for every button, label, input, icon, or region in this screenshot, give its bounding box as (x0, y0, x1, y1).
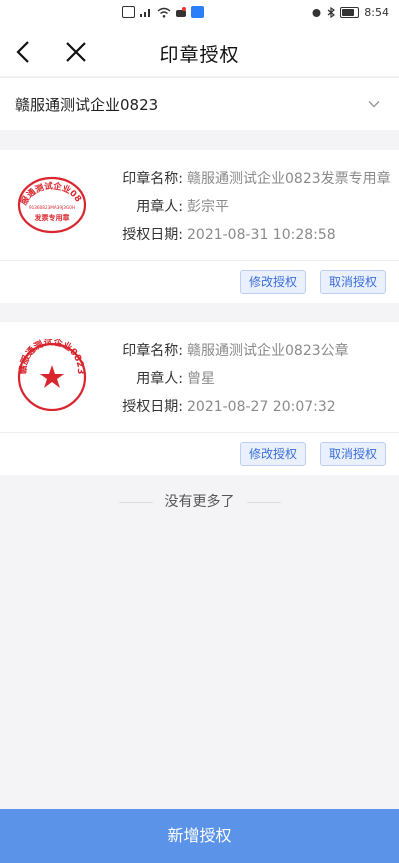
modify-auth-button[interactable]: 修改授权 (239, 270, 306, 294)
seal-user-value: 曾星 (187, 371, 215, 387)
app-blue-icon (191, 6, 204, 18)
seal-code-text: 91360823MA39J3G0H (29, 205, 75, 210)
seal-date-value: 2021-08-31 10:28:58 (187, 227, 336, 243)
seal-actions: 修改授权 取消授权 (0, 261, 399, 303)
status-icons-right: 8:54 (311, 6, 389, 19)
seal-user-row: 用章人: 曾星 (116, 368, 215, 388)
no-more-text: 没有更多了 (164, 494, 235, 510)
seal-card: 赣服通测试企业0823 印章名称: 赣服通测试企业0823公章 用章人: 曾星 授权… (0, 322, 399, 475)
bluetooth-icon (327, 7, 336, 18)
hd-icon (122, 6, 135, 18)
chevron-down-icon (368, 101, 380, 108)
divider (118, 501, 153, 503)
seal-user-row: 用章人: 彭宗平 (116, 196, 229, 216)
seal-name-value: 赣服通测试企业0823公章 (187, 343, 349, 359)
invoice-seal-image: 赣服通测试企业0823 91360823MA39J3G0H 发票专用章 (16, 167, 87, 234)
seal-info: 赣服通测试企业0823 91360823MA39J3G0H 发票专用章 印章名称… (0, 150, 399, 261)
seal-sub-text: 发票专用章 (34, 213, 70, 222)
cancel-auth-button[interactable]: 取消授权 (319, 270, 386, 294)
page-title: 印章授权 (159, 44, 240, 66)
add-auth-button[interactable]: 新增授权 (0, 809, 399, 863)
seal-user-value: 彭宗平 (187, 199, 229, 215)
seal-user-label: 用章人: (136, 371, 183, 387)
official-seal-image: 赣服通测试企业0823 (17, 339, 87, 411)
seal-date-row: 授权日期: 2021-08-31 10:28:58 (116, 224, 336, 244)
wifi-icon (157, 7, 171, 18)
app-notification-icon (176, 6, 186, 17)
nav-bar: 印章授权 (0, 28, 399, 76)
modify-auth-button[interactable]: 修改授权 (239, 442, 306, 466)
seal-card: 赣服通测试企业0823 91360823MA39J3G0H 发票专用章 印章名称… (0, 150, 399, 303)
signal-icon (140, 9, 150, 17)
seal-name-row: 印章名称: 赣服通测试企业0823发票专用章 (116, 168, 391, 188)
seal-date-label: 授权日期: (122, 399, 183, 415)
battery-icon (340, 7, 360, 18)
list-end-indicator: 没有更多了 (0, 491, 399, 511)
company-select[interactable]: 赣服通测试企业0823 (0, 77, 399, 130)
status-time: 8:54 (364, 6, 389, 19)
status-bar: 8:54 (0, 0, 399, 28)
seal-date-row: 授权日期: 2021-08-27 20:07:32 (116, 396, 336, 416)
seal-name-row: 印章名称: 赣服通测试企业0823公章 (116, 340, 349, 360)
seal-name-label: 印章名称: (122, 343, 183, 359)
seal-name-value: 赣服通测试企业0823发票专用章 (187, 171, 391, 187)
divider (246, 501, 281, 503)
seal-user-label: 用章人: (136, 199, 183, 215)
seal-name-label: 印章名称: (122, 171, 183, 187)
seal-actions: 修改授权 取消授权 (0, 433, 399, 475)
seal-info: 赣服通测试企业0823 印章名称: 赣服通测试企业0823公章 用章人: 曾星 授权… (0, 322, 399, 433)
seal-date-label: 授权日期: (122, 227, 183, 243)
status-icons-left (122, 6, 204, 18)
cancel-auth-button[interactable]: 取消授权 (319, 442, 386, 466)
alarm-icon (312, 9, 321, 17)
seal-date-value: 2021-08-27 20:07:32 (187, 399, 336, 415)
company-name: 赣服通测试企业0823 (15, 96, 159, 114)
